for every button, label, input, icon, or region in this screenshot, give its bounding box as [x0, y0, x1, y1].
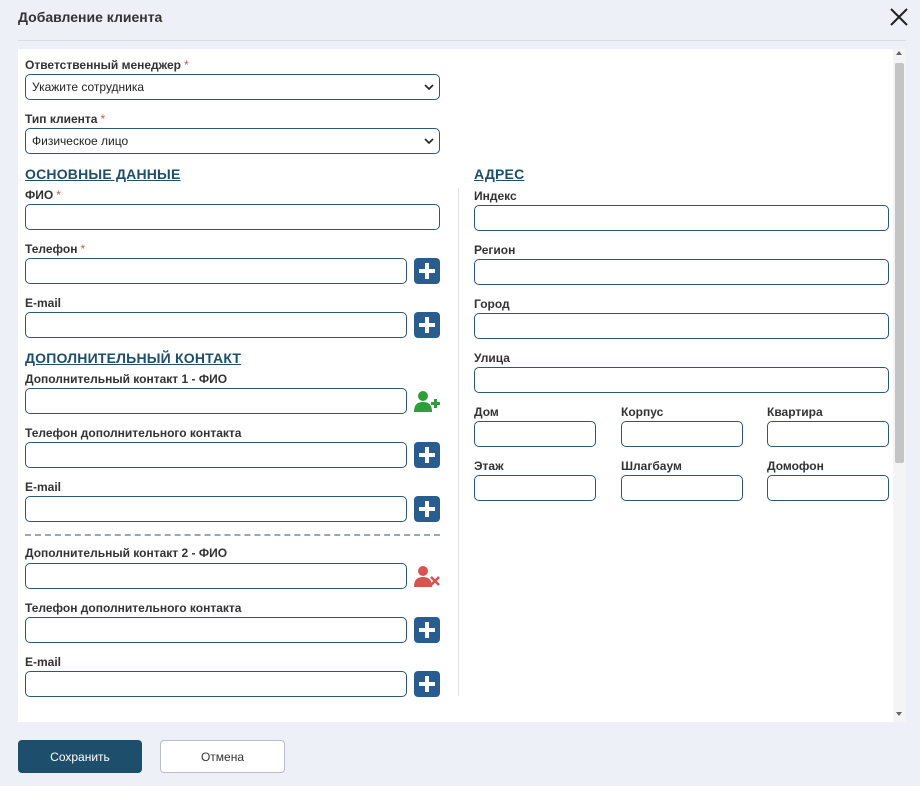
dialog-title: Добавление клиента — [18, 9, 163, 25]
contact2-fio-input[interactable] — [25, 563, 407, 589]
email-input[interactable] — [25, 312, 407, 338]
scroll-up-icon[interactable] — [896, 51, 902, 55]
building-input[interactable] — [621, 421, 743, 447]
cancel-button[interactable]: Отмена — [160, 740, 285, 773]
barrier-input[interactable] — [621, 475, 743, 501]
add-contact1-email-button[interactable] — [414, 496, 440, 522]
index-label: Индекс — [474, 189, 517, 203]
required-mark: * — [56, 188, 61, 202]
client-type-label-text: Тип клиента — [25, 112, 98, 126]
contact2-phone-input[interactable] — [25, 617, 407, 643]
city-label: Город — [474, 297, 510, 311]
scrollbar[interactable] — [893, 49, 906, 722]
house-input[interactable] — [474, 421, 596, 447]
add-email-button[interactable] — [414, 312, 440, 338]
required-mark: * — [80, 242, 86, 256]
save-button[interactable]: Сохранить — [18, 740, 142, 773]
apartment-input[interactable] — [767, 421, 889, 447]
client-type-select-value: Физическое лицо — [32, 134, 129, 148]
contact1-email-input[interactable] — [25, 496, 407, 522]
fio-label: ФИО * — [25, 188, 61, 202]
required-mark: * — [184, 58, 189, 72]
contact2-phone-label: Телефон дополнительного контакта — [25, 601, 242, 615]
contact1-phone-label: Телефон дополнительного контакта — [25, 426, 242, 440]
contact1-phone-input[interactable] — [25, 442, 407, 468]
phone-label-text: Телефон — [25, 242, 78, 256]
phone-input[interactable] — [25, 258, 407, 284]
manager-select[interactable]: Укажите сотрудника — [25, 74, 440, 100]
required-mark: * — [100, 112, 106, 126]
contact1-fio-label: Дополнительный контакт 1 - ФИО — [25, 372, 228, 386]
extra-section-heading: ДОПОЛНИТЕЛЬНЫЙ КОНТАКТ — [25, 350, 242, 366]
add-contact2-email-button[interactable] — [414, 671, 440, 697]
contact2-email-input[interactable] — [25, 671, 407, 697]
contact1-email-label: E-mail — [25, 480, 62, 494]
chevron-down-icon — [424, 138, 434, 145]
header-divider — [18, 40, 906, 41]
chevron-down-icon — [424, 84, 434, 91]
contact1-fio-input[interactable] — [25, 388, 407, 414]
house-label: Дом — [474, 405, 499, 419]
close-icon[interactable] — [885, 3, 913, 31]
region-input[interactable] — [474, 259, 889, 285]
column-divider — [458, 188, 459, 696]
address-section-heading: АДРЕС — [474, 166, 525, 182]
fio-input[interactable] — [25, 204, 440, 230]
scrollbar-thumb[interactable] — [895, 63, 904, 463]
add-contact2-phone-button[interactable] — [414, 617, 440, 643]
index-input[interactable] — [474, 205, 889, 231]
scroll-down-icon[interactable] — [896, 712, 902, 716]
remove-contact-icon[interactable] — [413, 565, 441, 589]
manager-label: Ответственный менеджер * — [25, 58, 189, 72]
add-contact1-phone-button[interactable] — [414, 442, 440, 468]
phone-label: Телефон * — [25, 242, 85, 256]
add-contact-icon[interactable] — [413, 390, 441, 414]
main-section-heading: ОСНОВНЫЕ ДАННЫЕ — [25, 166, 181, 182]
email-label: E-mail — [25, 296, 62, 310]
city-input[interactable] — [474, 313, 889, 339]
street-label: Улица — [474, 351, 510, 365]
manager-select-value: Укажите сотрудника — [32, 80, 145, 94]
contact2-fio-label: Дополнительный контакт 2 - ФИО — [25, 546, 228, 560]
fio-label-text: ФИО — [25, 188, 54, 202]
client-type-label: Тип клиента * — [25, 112, 105, 126]
street-input[interactable] — [474, 367, 889, 393]
floor-label: Этаж — [474, 459, 504, 473]
client-type-select[interactable]: Физическое лицо — [25, 128, 440, 154]
contact2-email-label: E-mail — [25, 655, 62, 669]
contact-divider — [25, 534, 440, 536]
floor-input[interactable] — [474, 475, 596, 501]
barrier-label: Шлагбаум — [621, 459, 682, 473]
add-phone-button[interactable] — [414, 258, 440, 284]
manager-label-text: Ответственный менеджер — [25, 58, 182, 72]
apartment-label: Квартира — [767, 405, 823, 419]
region-label: Регион — [474, 243, 516, 257]
intercom-label: Домофон — [767, 459, 824, 473]
intercom-input[interactable] — [767, 475, 889, 501]
building-label: Корпус — [621, 405, 664, 419]
